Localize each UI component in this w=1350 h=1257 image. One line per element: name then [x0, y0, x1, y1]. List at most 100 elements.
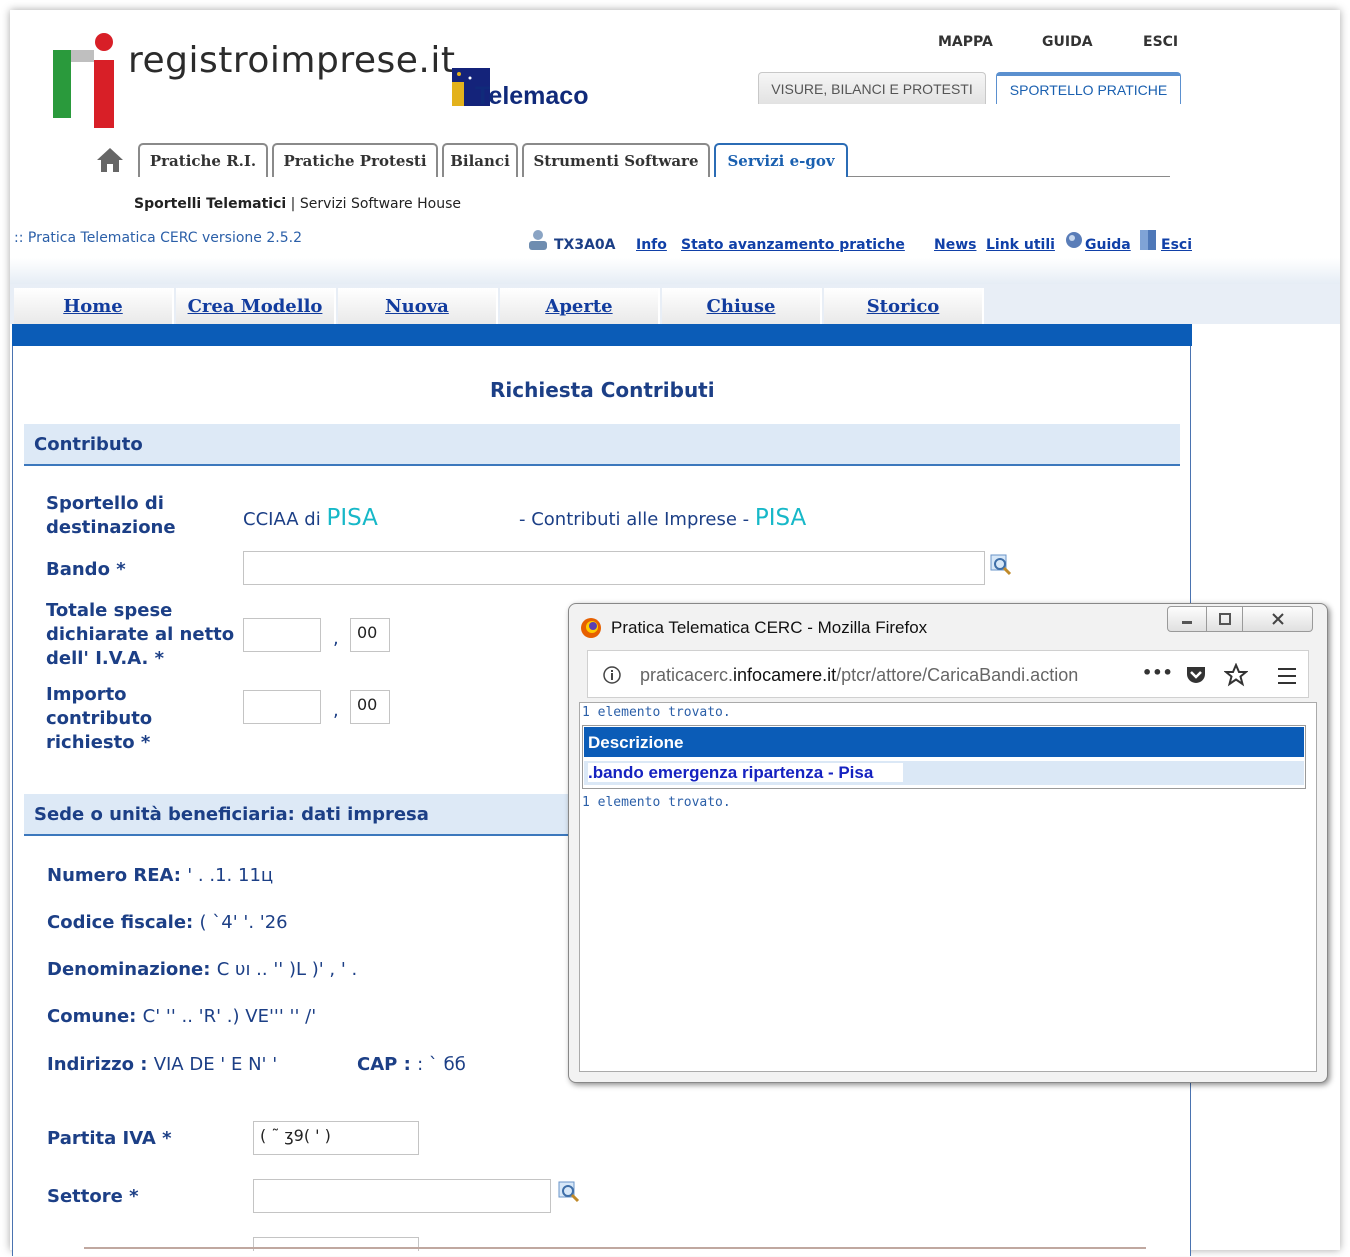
blue-bar [12, 324, 1192, 346]
mappa-link[interactable]: MAPPA [938, 34, 993, 50]
esci-link[interactable]: ESCI [1143, 34, 1178, 50]
cap-value: : ` бб [417, 1054, 466, 1075]
denominazione-row: Denominazione: C υı .. '' )L )' , ' . [47, 958, 357, 982]
popup-title: Pratica Telematica CERC - Mozilla Firefo… [611, 618, 928, 637]
importo-comma: , [333, 700, 339, 721]
sportello-label: Sportello di destinazione [46, 493, 176, 538]
cf-row: Codice fiscale: ( `4' '. '26 [47, 911, 288, 935]
menu-tab-aperte[interactable]: Aperte [500, 288, 660, 324]
importo-dec-input[interactable]: 00 [350, 690, 390, 724]
version-line: :: Pratica Telematica CERC versione 2.5.… [14, 230, 302, 246]
tab-sportello-pratiche[interactable]: SPORTELLO PRATICHE [996, 72, 1181, 104]
pocket-icon[interactable] [1184, 663, 1208, 687]
cciaa-value: CCIAA di PISA [243, 505, 378, 531]
piva-label: Partita IVA * [47, 1128, 172, 1149]
popup-content: 1 elemento trovato. Descrizione .bando e… [579, 702, 1317, 1072]
rea-value: ' . .1. 11ц [187, 865, 274, 886]
tab-bilanci[interactable]: Bilanci [442, 143, 518, 177]
comune-value: C' '' .. 'R' .) VE''' '' /' [142, 1006, 317, 1027]
denominazione-label: Denominazione: [47, 959, 211, 980]
cciaa-city: PISA [326, 505, 378, 531]
cap-row: CAP : : ` бб [357, 1053, 466, 1077]
bookmark-star-icon[interactable] [1224, 663, 1248, 687]
totale-int-input[interactable] [243, 618, 321, 652]
menu-tab-crea-modello[interactable]: Crea Modello [176, 288, 336, 324]
stato-avanzamento-link[interactable]: Stato avanzamento pratiche [681, 237, 905, 253]
page-actions-button[interactable]: ••• [1142, 663, 1173, 682]
totale-dec-input[interactable]: 00 [350, 618, 390, 652]
sportelli-telematici-link[interactable]: Sportelli Telematici [134, 196, 286, 212]
url-text[interactable]: praticacerc.infocamere.it/ptcr/attore/Ca… [640, 665, 1078, 686]
importo-int-input[interactable] [243, 690, 321, 724]
help-icon[interactable] [1064, 230, 1084, 250]
servizi-software-house-link[interactable]: Servizi Software House [300, 196, 461, 212]
firefox-icon [581, 618, 601, 638]
news-link[interactable]: News [934, 237, 976, 253]
contributi-value: - Contributi alle Imprese - PISA [519, 505, 806, 531]
tab-pratiche-protesti[interactable]: Pratiche Protesti [272, 143, 438, 177]
bando-input[interactable] [243, 551, 985, 585]
indirizzo-label: Indirizzo : [47, 1054, 148, 1075]
tab-pratiche-ri[interactable]: Pratiche R.I. [138, 143, 268, 177]
guida-link[interactable]: GUIDA [1042, 34, 1093, 50]
rea-row: Numero REA: ' . .1. 11ц [47, 864, 273, 888]
menu-tab-storico[interactable]: Storico [824, 288, 984, 324]
sub-nav: Sportelli Telematici | Servizi Software … [134, 196, 461, 212]
tab-visure[interactable]: VISURE, BILANCI E PROTESTI [758, 72, 986, 104]
contributi-city: PISA [754, 505, 807, 531]
bando-label: Bando * [46, 559, 126, 580]
url-prefix: praticacerc. [640, 665, 734, 685]
url-bar[interactable]: praticacerc.infocamere.it/ptcr/attore/Ca… [587, 650, 1309, 698]
info-link[interactable]: Info [636, 237, 667, 253]
cap-label: CAP : [357, 1054, 411, 1075]
tab-strumenti-software[interactable]: Strumenti Software [522, 143, 710, 177]
table-header-descrizione: Descrizione [584, 727, 1304, 757]
indirizzo-row: Indirizzo : VIA DE ' E N' ' [47, 1053, 277, 1077]
results-table: Descrizione .bando emergenza ripartenza … [582, 725, 1306, 789]
minimize-icon [1182, 621, 1192, 624]
info-circle-icon[interactable] [602, 665, 622, 685]
settore-label: Settore * [47, 1186, 139, 1207]
user-code: TX3A0A [554, 237, 616, 253]
sub-nav-separator: | [290, 196, 296, 212]
settore-input[interactable] [253, 1179, 551, 1213]
bando-search-icon[interactable] [990, 554, 1012, 576]
menu-tab-home[interactable]: Home [14, 288, 174, 324]
found-count-top: 1 elemento trovato. [582, 705, 731, 720]
comune-row: Comune: C' '' .. 'R' .) VE''' '' /' [47, 1005, 316, 1029]
indirizzo-value: VIA DE ' E N' ' [153, 1054, 278, 1075]
totale-comma: , [333, 628, 339, 649]
rea-label: Numero REA: [47, 865, 181, 886]
guida-user-link[interactable]: Guida [1085, 237, 1131, 253]
row-bando-link[interactable]: .bando emergenza ripartenza - Pisa [588, 763, 904, 782]
telemaco-text: Telemaco [475, 82, 589, 110]
menu-tab-chiuse[interactable]: Chiuse [662, 288, 822, 324]
comune-label: Comune: [47, 1006, 137, 1027]
bottom-divider [84, 1247, 1146, 1249]
piva-input[interactable]: ( ˜ ʒ9( ' ) [253, 1121, 419, 1155]
hamburger-menu-icon[interactable] [1277, 666, 1299, 686]
nav-underline [848, 176, 1170, 177]
section-contributo: Contributo [24, 424, 1180, 466]
cciaa-prefix: CCIAA di [243, 509, 321, 530]
tab-servizi-egov[interactable]: Servizi e-gov [714, 143, 848, 177]
close-icon [1271, 613, 1284, 625]
minimize-button[interactable] [1167, 606, 1207, 632]
exit-door-icon[interactable] [1138, 228, 1160, 250]
user-icon [529, 230, 547, 250]
home-icon[interactable] [96, 146, 124, 174]
table-row[interactable]: .bando emergenza ripartenza - Pisa [584, 761, 1304, 785]
settore-search-icon[interactable] [558, 1181, 580, 1203]
url-path: /ptcr/attore/CaricaBandi.action [836, 665, 1079, 685]
maximize-button[interactable] [1207, 606, 1243, 632]
header-gradient [10, 258, 1340, 284]
menu-tab-nuova[interactable]: Nuova [338, 288, 498, 324]
firefox-popup-window: Pratica Telematica CERC - Mozilla Firefo… [568, 603, 1328, 1083]
url-domain: infocamere.it [733, 665, 837, 685]
esci-user-link[interactable]: Esci [1161, 237, 1192, 253]
page-title: Richiesta Contributi [490, 378, 715, 402]
link-utili-link[interactable]: Link utili [986, 237, 1055, 253]
close-button[interactable] [1243, 606, 1313, 632]
contributi-text: - Contributi alle Imprese - [519, 509, 750, 530]
found-count-bottom: 1 elemento trovato. [582, 795, 731, 810]
